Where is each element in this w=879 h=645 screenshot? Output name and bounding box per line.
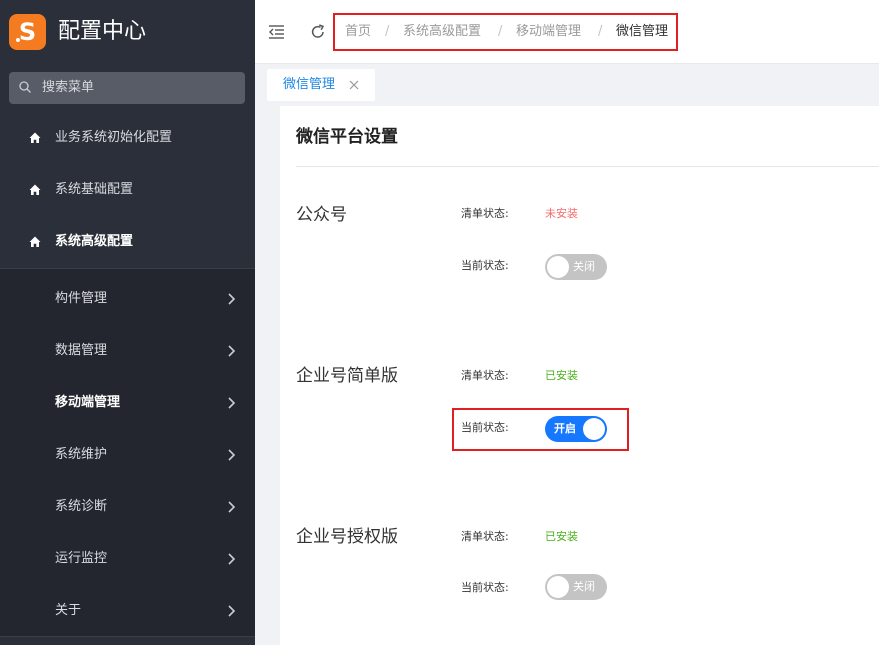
content-panel: 微信平台设置 公众号 清单状态: 未安装 当前状态: 关闭 企业号简单版 清单状…	[280, 106, 879, 645]
app-title: 配置中心	[58, 19, 147, 44]
breadcrumb-separator: /	[385, 24, 390, 39]
sidebar-item-label: 系统高级配置	[55, 234, 134, 249]
breadcrumb-advanced-config[interactable]: 系统高级配置	[403, 15, 481, 49]
current-status-label: 当前状态:	[461, 259, 509, 272]
section-name-enterprise-simple: 企业号简单版	[296, 366, 398, 386]
list-status-label: 清单状态:	[461, 207, 509, 220]
breadcrumb: 首页 / 系统高级配置 / 移动端管理 / 微信管理	[333, 13, 678, 51]
tab-label: 微信管理	[283, 77, 336, 92]
switch-text: 关闭	[573, 580, 595, 593]
brand: S 配置中心	[0, 0, 255, 64]
sidebar-subitem-label: 构件管理	[55, 291, 108, 306]
logo-dot	[16, 38, 20, 42]
home-icon	[29, 132, 41, 143]
close-icon[interactable]	[349, 80, 359, 90]
submenu-advanced-config: 构件管理 数据管理 移动端管理 系统维护 系统诊断 运行监控 关于	[0, 268, 255, 636]
search-input[interactable]: 搜索菜单	[9, 72, 245, 104]
menu-fold-icon[interactable]	[269, 25, 284, 39]
sidebar-subitem-label: 系统诊断	[55, 499, 108, 514]
sidebar-subitem-data[interactable]: 数据管理	[0, 325, 255, 377]
divider	[296, 166, 879, 167]
sidebar-item-label: 业务系统初始化配置	[55, 130, 173, 145]
list-status-value: 已安装	[545, 530, 578, 543]
breadcrumb-home[interactable]: 首页	[345, 15, 371, 49]
chevron-right-icon	[228, 397, 236, 409]
app-logo: S	[9, 14, 46, 50]
sidebar-subitem-label: 关于	[55, 603, 82, 618]
home-icon	[29, 236, 41, 247]
chevron-right-icon	[228, 345, 236, 357]
sidebar-subitem-label: 移动端管理	[55, 395, 121, 410]
switch-text: 开启	[554, 422, 576, 435]
sidebar-item-label: 系统基础配置	[55, 182, 134, 197]
chevron-right-icon	[228, 501, 236, 513]
list-status-label: 清单状态:	[461, 530, 509, 543]
list-status-label: 清单状态:	[461, 369, 509, 382]
sidebar: S 配置中心 搜索菜单 业务系统初始化配置 系统基础配置 系统高级配置 构件管理	[0, 0, 255, 645]
official-account-switch[interactable]: 关闭	[545, 254, 607, 280]
breadcrumb-mobile[interactable]: 移动端管理	[516, 15, 581, 49]
tab-wechat-management[interactable]: 微信管理	[267, 69, 375, 101]
sidebar-subitem-label: 数据管理	[55, 343, 108, 358]
chevron-right-icon	[228, 449, 236, 461]
refresh-icon[interactable]	[311, 24, 325, 39]
section-name-official-account: 公众号	[296, 205, 347, 225]
sidebar-subitem-diagnosis[interactable]: 系统诊断	[0, 481, 255, 533]
chevron-right-icon	[228, 293, 236, 305]
top-header: 首页 / 系统高级配置 / 移动端管理 / 微信管理	[255, 0, 879, 64]
switch-knob	[583, 418, 605, 440]
sidebar-subitem-mobile[interactable]: 移动端管理	[0, 377, 255, 429]
sidebar-item-basic-config[interactable]: 系统基础配置	[0, 164, 255, 216]
current-status-label: 当前状态:	[461, 421, 509, 434]
breadcrumb-separator: /	[498, 24, 503, 39]
sidebar-subitem-label: 运行监控	[55, 551, 108, 566]
sidebar-subitem-label: 系统维护	[55, 447, 108, 462]
breadcrumb-separator: /	[598, 24, 603, 39]
tabs-bar: 微信管理	[255, 64, 879, 106]
current-status-label: 当前状态:	[461, 581, 509, 594]
search-icon	[19, 81, 31, 93]
home-icon	[29, 184, 41, 195]
switch-text: 关闭	[573, 260, 595, 273]
sidebar-subitem-maintenance[interactable]: 系统维护	[0, 429, 255, 481]
enterprise-authorized-switch[interactable]: 关闭	[545, 574, 607, 600]
logo-letter: S	[18, 18, 37, 46]
chevron-right-icon	[228, 553, 236, 565]
sidebar-subitem-components[interactable]: 构件管理	[0, 273, 255, 325]
switch-knob	[547, 576, 569, 598]
enterprise-simple-switch[interactable]: 开启	[545, 416, 607, 442]
sidebar-subitem-about[interactable]: 关于	[0, 585, 255, 637]
search-placeholder: 搜索菜单	[42, 80, 95, 95]
breadcrumb-current: 微信管理	[616, 24, 669, 39]
page-title: 微信平台设置	[296, 127, 398, 147]
sidebar-footer	[0, 636, 255, 645]
switch-knob	[547, 256, 569, 278]
list-status-value: 未安装	[545, 207, 578, 220]
sidebar-item-advanced-config[interactable]: 系统高级配置	[0, 216, 255, 268]
list-status-value: 已安装	[545, 369, 578, 382]
chevron-right-icon	[228, 605, 236, 617]
sidebar-subitem-monitor[interactable]: 运行监控	[0, 533, 255, 585]
sidebar-item-business-init[interactable]: 业务系统初始化配置	[0, 112, 255, 164]
section-name-enterprise-authorized: 企业号授权版	[296, 527, 398, 547]
